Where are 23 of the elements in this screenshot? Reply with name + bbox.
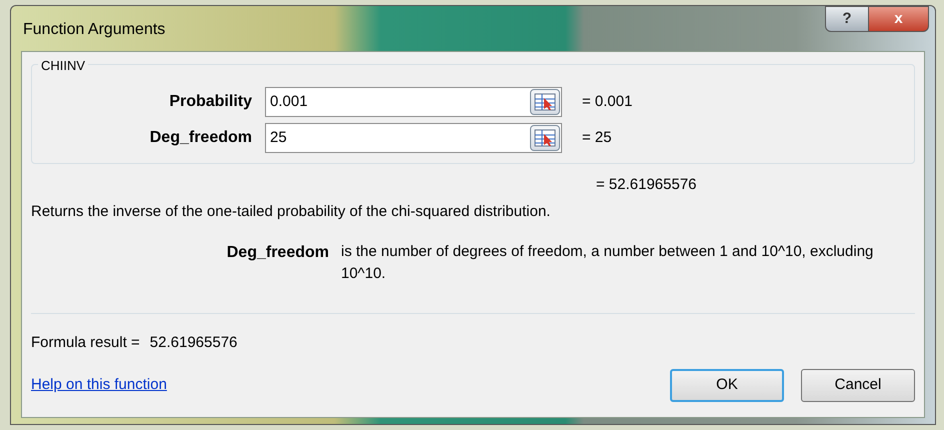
collapse-dialog-button[interactable] — [530, 89, 560, 115]
dialog-button[interactable]: OK — [670, 368, 784, 402]
argument-field[interactable]: 0.001 — [265, 87, 562, 117]
help-button[interactable]: ? — [825, 6, 869, 32]
collapse-dialog-button[interactable] — [530, 125, 560, 151]
argument-value: 0.001 — [270, 92, 308, 112]
argument-result: = 0.001 — [582, 92, 632, 112]
function-description: Returns the inverse of the one-tailed probability of the chi-squared distribution. — [31, 202, 552, 222]
range-select-icon — [534, 128, 556, 148]
argument-label: Deg_freedom — [148, 128, 253, 148]
help-link[interactable]: Help on this function — [31, 374, 167, 396]
formula-result-value: 52.61965576 — [150, 333, 238, 353]
formula-result-label: Formula result = — [31, 333, 140, 353]
function-result: = 52.61965576 — [596, 175, 698, 195]
argument-field[interactable]: 25 — [265, 123, 562, 153]
dialog-button[interactable]: Cancel — [801, 368, 915, 402]
range-select-icon — [534, 92, 556, 112]
argument-label: Probability — [168, 92, 253, 112]
argument-help-text: is the number of degrees of freedom, a number between 1 and 10^10, excluding 10^10. — [341, 242, 874, 284]
argument-result: = 25 — [582, 128, 612, 148]
argument-value: 25 — [270, 128, 287, 148]
argument-help-label: Deg_freedom — [226, 243, 330, 263]
window-title: Function Arguments — [23, 20, 166, 40]
